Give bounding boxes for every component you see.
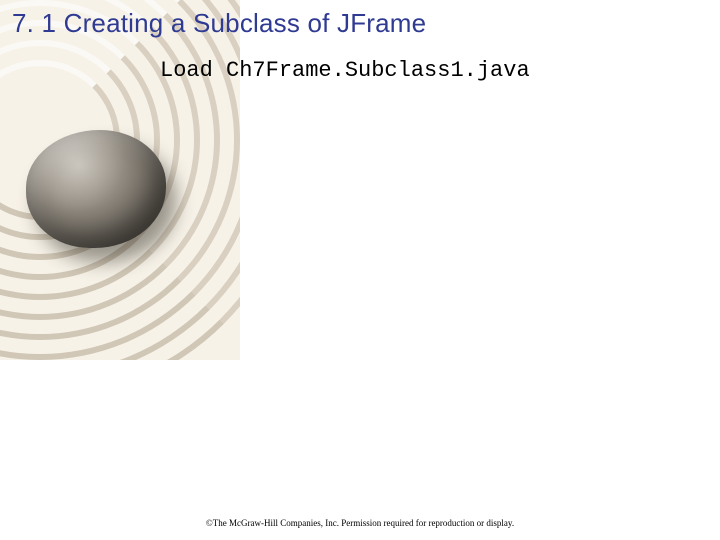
- code-filename-text: Load Ch7Frame.Subclass1.java: [160, 58, 530, 83]
- copyright-text: ©The McGraw-Hill Companies, Inc. Permiss…: [0, 518, 720, 528]
- zen-sand-stone-image: [0, 0, 240, 360]
- slide-heading: 7. 1 Creating a Subclass of JFrame: [12, 8, 426, 39]
- stone-icon: [26, 130, 166, 248]
